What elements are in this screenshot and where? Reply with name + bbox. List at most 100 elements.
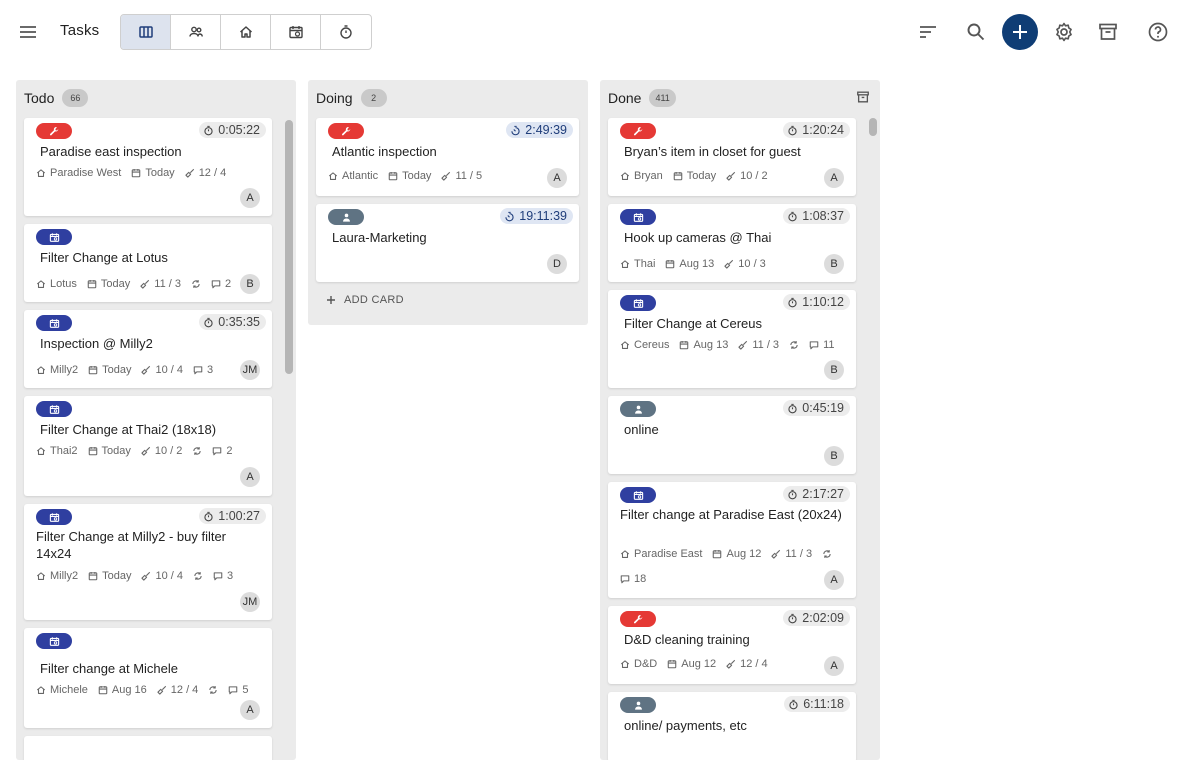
card-location: Paradise East — [634, 548, 703, 560]
calendar-icon — [88, 365, 98, 375]
timer-chip[interactable]: 1:20:24 — [783, 122, 850, 138]
repair-badge — [328, 123, 364, 139]
timer-icon — [203, 317, 214, 328]
card-checks: 12 / 4 — [198, 167, 227, 179]
task-card[interactable]: Filter Change at Lotus Lotus Today 11 / … — [24, 224, 272, 302]
scrollbar[interactable] — [285, 120, 293, 374]
task-card[interactable]: Filter Change at Thai2 (18x18) Thai2 Tod… — [24, 396, 272, 496]
board-view-button[interactable] — [121, 15, 171, 49]
settings-icon[interactable] — [1052, 20, 1076, 44]
sort-icon[interactable] — [916, 20, 940, 44]
people-view-button[interactable] — [171, 15, 221, 49]
task-card[interactable] — [24, 736, 272, 760]
archive-column-icon[interactable] — [856, 90, 870, 104]
timer-icon — [787, 125, 798, 136]
task-card[interactable]: 2:49:39 Atlantic inspection Atlantic Tod… — [316, 118, 579, 196]
card-meta: D&D Aug 12 12 / 4 — [620, 658, 820, 670]
add-task-button[interactable] — [1002, 14, 1038, 50]
home-icon — [36, 571, 46, 581]
calendar-icon — [665, 259, 675, 269]
calendar-icon — [87, 279, 97, 289]
avatar[interactable]: D — [547, 254, 567, 274]
timer-chip[interactable]: 2:17:27 — [783, 486, 850, 502]
schedule-badge — [36, 509, 72, 525]
task-card[interactable]: 2:02:09 D&D cleaning training D&D Aug 12… — [608, 606, 856, 684]
home-icon — [36, 279, 46, 289]
timer-value: 19:11:39 — [519, 209, 567, 223]
avatar[interactable]: B — [824, 446, 844, 466]
help-icon[interactable] — [1146, 20, 1170, 44]
card-checks: 10 / 2 — [154, 445, 183, 457]
avatar[interactable]: JM — [240, 592, 260, 612]
task-card[interactable]: 0:05:22 Paradise east inspection Paradis… — [24, 118, 272, 216]
timer-chip[interactable]: 19:11:39 — [500, 208, 573, 224]
avatar[interactable]: A — [240, 700, 260, 720]
task-card[interactable]: Filter change at Michele Michele Aug 16 … — [24, 628, 272, 728]
menu-icon[interactable] — [16, 20, 40, 44]
timer-icon — [203, 511, 214, 522]
card-title: Filter change at Paradise East (20x24) — [620, 507, 842, 522]
calendar-clock-icon — [633, 212, 644, 223]
task-card[interactable]: 1:00:27 Filter Change at Milly2 - buy fi… — [24, 504, 272, 620]
task-card[interactable]: 1:20:24 Bryan’s item in closet for guest… — [608, 118, 856, 196]
search-icon[interactable] — [964, 20, 988, 44]
card-date: Today — [102, 570, 132, 582]
timer-chip[interactable]: 0:35:35 — [199, 314, 266, 330]
add-icon — [1013, 25, 1027, 39]
timer-view-button[interactable] — [321, 15, 371, 49]
card-title: Filter Change at Milly2 - buy filter 14x… — [36, 529, 227, 561]
task-card[interactable]: 0:35:35 Inspection @ Milly2 Milly2 Today… — [24, 310, 272, 388]
calendar-clock-icon — [633, 490, 644, 501]
home-view-button[interactable] — [221, 15, 271, 49]
home-icon — [328, 171, 338, 181]
card-title: online/ payments, etc — [624, 718, 747, 733]
avatar[interactable]: A — [824, 570, 844, 590]
repair-badge — [620, 611, 656, 627]
avatar[interactable]: A — [240, 467, 260, 487]
timer-icon — [787, 297, 798, 308]
view-switcher — [120, 14, 372, 50]
task-card[interactable]: 1:10:12 Filter Change at Cereus Cereus A… — [608, 290, 856, 388]
card-checks: 10 / 4 — [155, 570, 184, 582]
timer-chip[interactable]: 2:02:09 — [783, 610, 850, 626]
people-view-icon — [188, 26, 203, 37]
task-card[interactable]: 19:11:39 Laura-Marketing D — [316, 204, 579, 282]
avatar[interactable]: JM — [240, 360, 260, 380]
avatar[interactable]: B — [240, 274, 260, 294]
timer-chip[interactable]: 0:05:22 — [199, 122, 266, 138]
avatar[interactable]: A — [824, 656, 844, 676]
timer-chip[interactable]: 0:45:19 — [783, 400, 850, 416]
avatar[interactable]: B — [824, 360, 844, 380]
avatar[interactable]: B — [824, 254, 844, 274]
card-title: Filter Change at Thai2 (18x18) — [40, 422, 217, 437]
card-location: Milly2 — [50, 570, 79, 582]
avatar[interactable]: A — [824, 168, 844, 188]
home-view-icon — [239, 26, 252, 38]
card-location: Cereus — [634, 339, 670, 351]
avatar[interactable]: A — [240, 188, 260, 208]
timer-chip[interactable]: 1:00:27 — [199, 508, 266, 524]
home-icon — [36, 168, 46, 178]
timer-chip[interactable]: 6:11:18 — [784, 696, 850, 712]
task-card[interactable]: 0:45:19 online B — [608, 396, 856, 474]
calendar-view-button[interactable] — [271, 15, 321, 49]
task-card[interactable]: 6:11:18 online/ payments, etc — [608, 692, 856, 760]
home-icon — [36, 446, 46, 456]
top-bar: Tasks — [0, 0, 1180, 64]
card-checks: 10 / 2 — [740, 170, 768, 182]
add-card-button[interactable]: ADD CARD — [326, 294, 404, 306]
archive-icon[interactable] — [1096, 20, 1120, 44]
task-card[interactable]: 1:08:37 Hook up cameras @ Thai Thai Aug … — [608, 204, 856, 282]
timer-chip[interactable]: 1:10:12 — [783, 294, 850, 310]
scrollbar[interactable] — [869, 118, 877, 136]
task-card[interactable]: 2:17:27 Filter change at Paradise East (… — [608, 482, 856, 598]
avatar[interactable]: A — [547, 168, 567, 188]
card-title: Filter Change at Lotus — [40, 250, 168, 265]
person-icon — [341, 212, 352, 223]
timer-icon — [787, 211, 798, 222]
timer-chip[interactable]: 2:49:39 — [506, 122, 573, 138]
column-done: Done 411 1:20:24 Bryan’s item in closet … — [600, 80, 880, 760]
recurring-icon — [208, 685, 218, 695]
timer-chip[interactable]: 1:08:37 — [783, 208, 850, 224]
card-comments: 3 — [227, 570, 234, 582]
